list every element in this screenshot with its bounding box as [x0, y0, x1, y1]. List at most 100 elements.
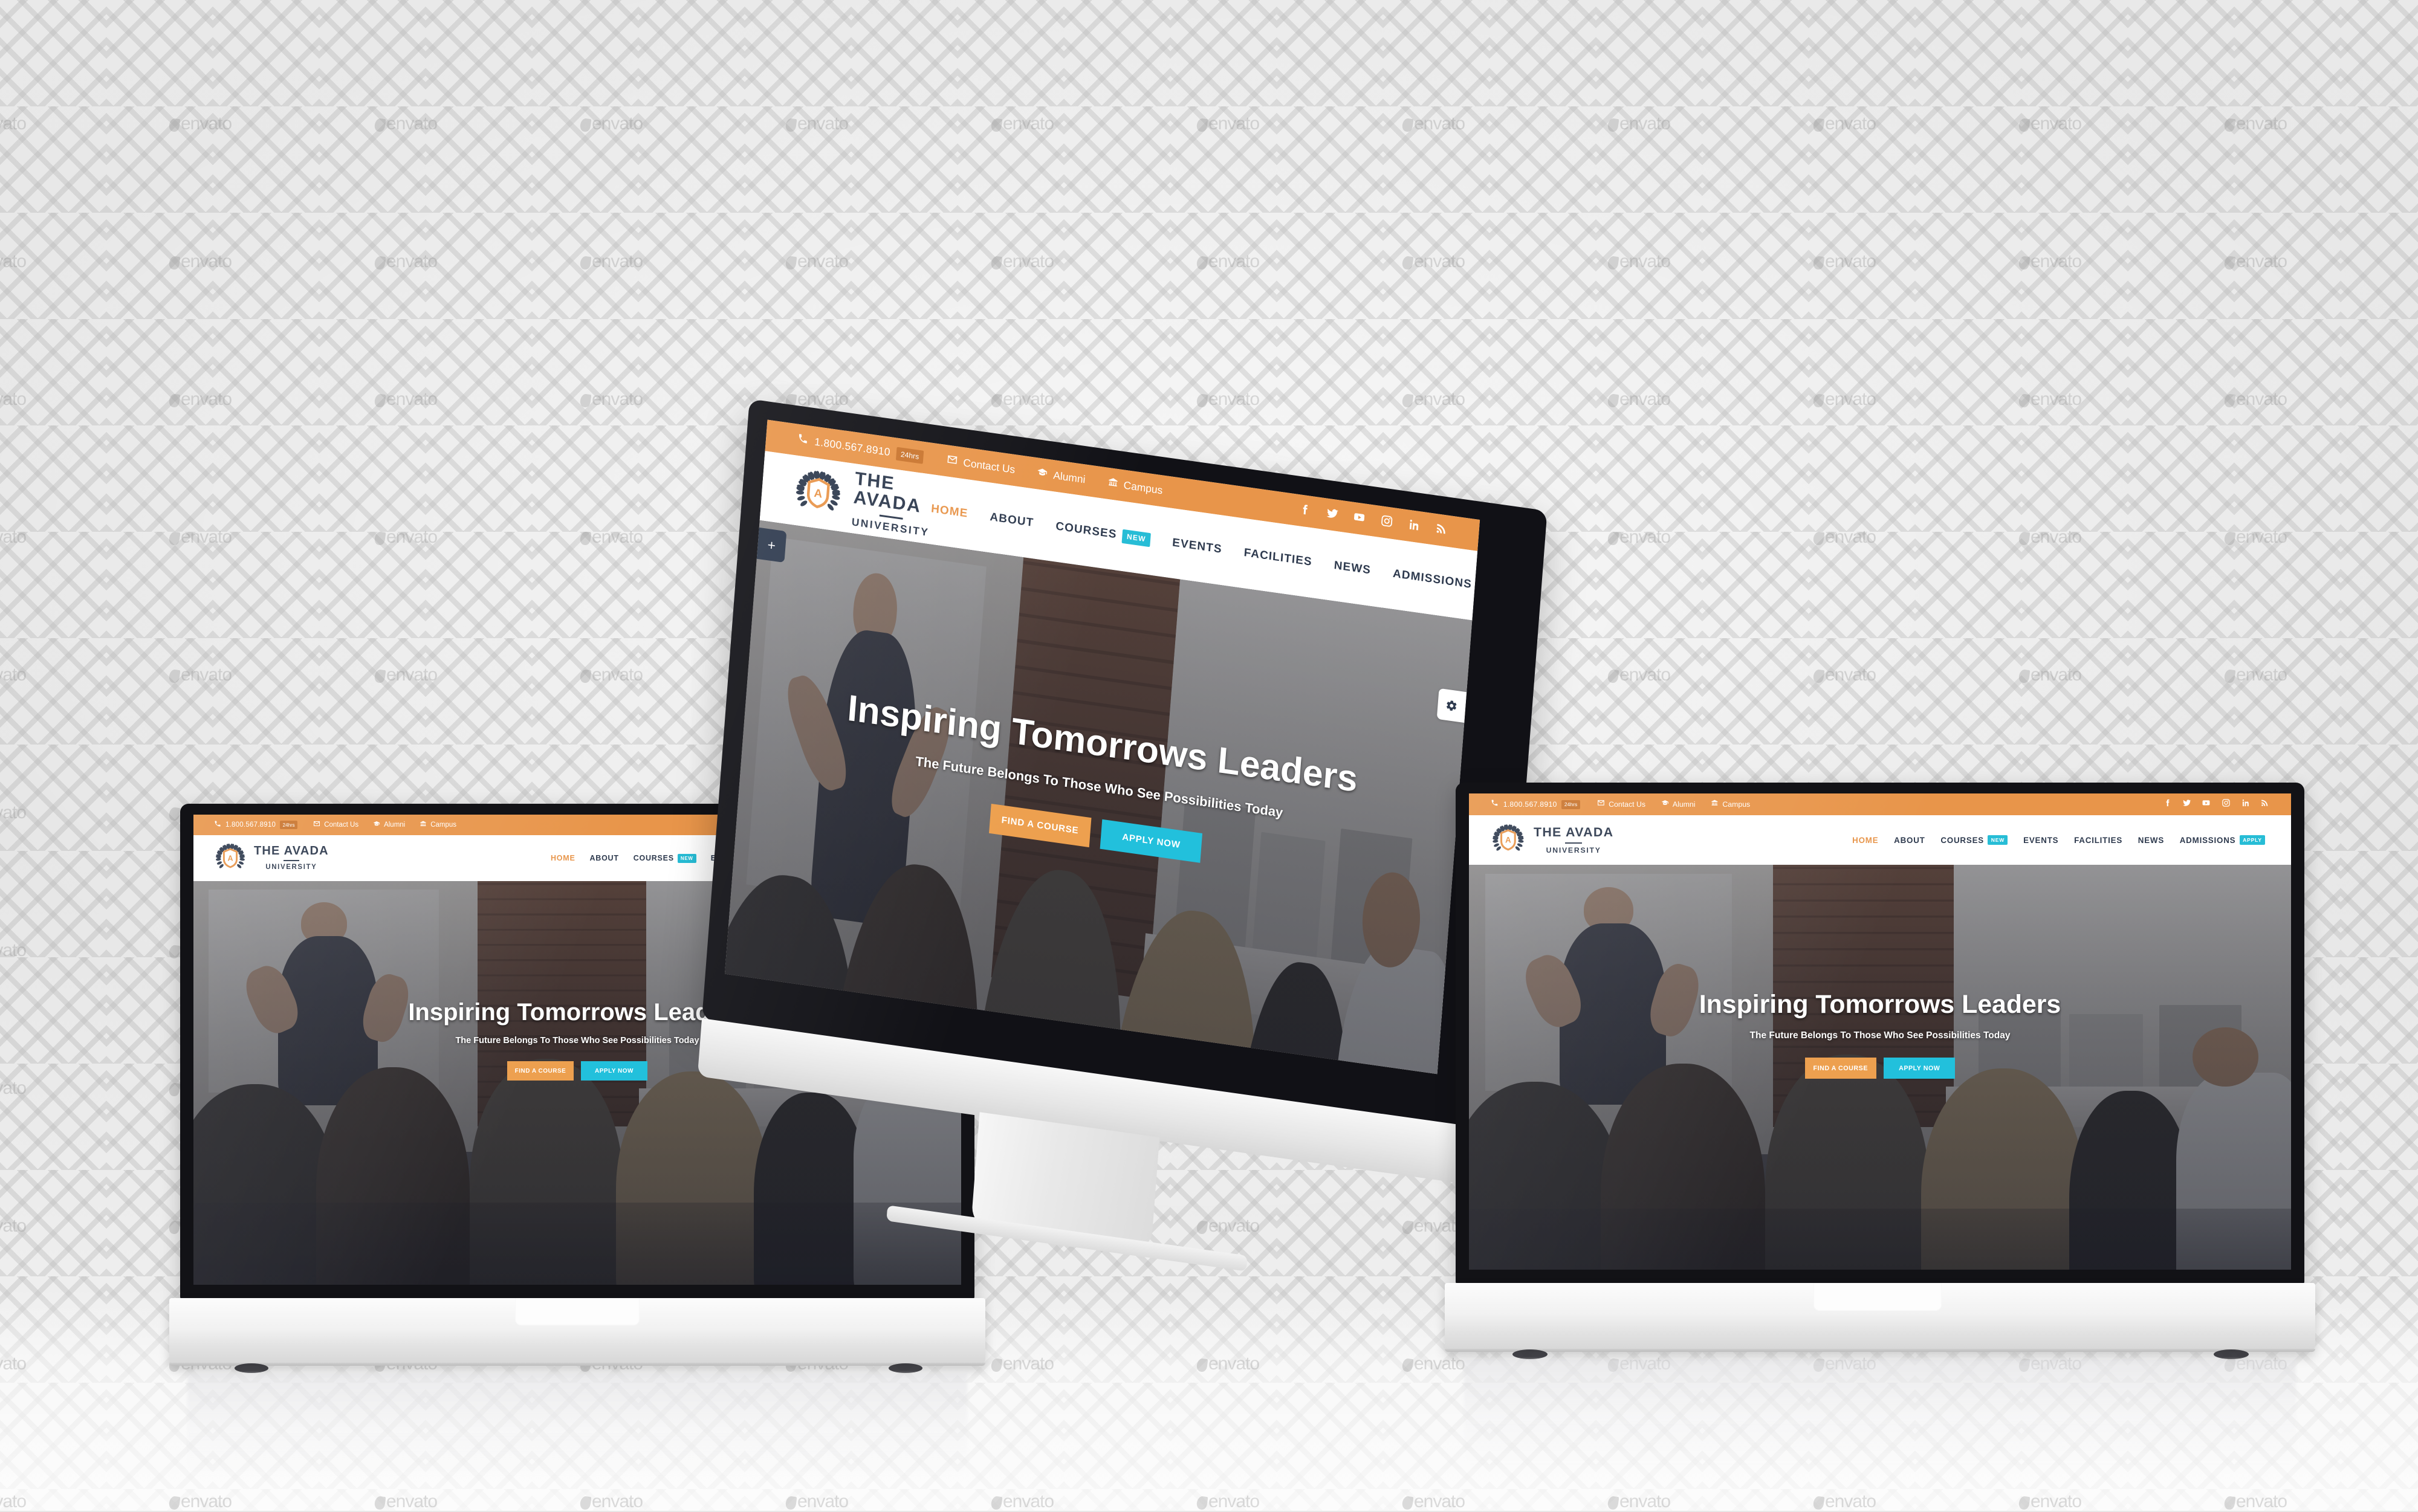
phone-icon — [214, 819, 221, 830]
menu-item-events[interactable]: EVENTS — [2023, 836, 2058, 845]
topbar-link-label: Campus — [430, 821, 457, 829]
macbook-left-lip — [169, 1363, 985, 1366]
menu-item-home[interactable]: HOME — [551, 854, 575, 862]
bank-icon — [1107, 476, 1119, 492]
menu-badge-apply: APPLY — [2239, 835, 2266, 845]
topbar-link-campus[interactable]: Campus — [420, 819, 456, 830]
brand-line-2: UNIVERSITY — [265, 864, 317, 871]
site-page-right: 1.800.567.8910 24hrs Contact Us Alumni Campu… — [1469, 793, 2291, 1270]
topbar-link-alumni[interactable]: Alumni — [373, 819, 405, 830]
rss-icon[interactable] — [2260, 798, 2269, 810]
find-a-course-button[interactable]: FIND A COURSE — [1804, 1058, 1876, 1079]
topbar-link-alumni[interactable]: Alumni — [1661, 799, 1696, 810]
menu-item-label: ABOUT — [1894, 835, 1925, 845]
rss-icon[interactable] — [1434, 522, 1448, 539]
menu-item-facilities[interactable]: FACILITIES — [1243, 546, 1313, 569]
menu-item-admissions[interactable]: ADMISSIONSAPPLY — [2180, 835, 2266, 845]
laurel-wreath-shield-icon: A — [214, 842, 247, 874]
twitter-icon[interactable] — [1325, 506, 1339, 523]
menu-item-courses[interactable]: COURSES NEW — [1055, 520, 1151, 548]
button-label: FIND A COURSE — [1001, 815, 1079, 836]
menu-item-home[interactable]: HOME — [1852, 836, 1878, 845]
topbar-link-label: Contact Us — [1609, 800, 1645, 809]
brand-text: THE AVADA UNIVERSITY — [1533, 824, 1614, 854]
envelope-icon — [1597, 799, 1605, 810]
menu-item-label: NEWS — [2138, 835, 2165, 845]
youtube-icon[interactable] — [2202, 798, 2211, 810]
gear-icon — [1445, 699, 1458, 712]
menu-item-label: HOME — [551, 854, 575, 862]
facebook-icon[interactable] — [1298, 502, 1312, 520]
macbook-left-foot — [889, 1363, 922, 1373]
add-tab[interactable]: + — [756, 528, 786, 563]
button-label: APPLY NOW — [1121, 832, 1181, 851]
menu-item-news[interactable]: NEWS — [1334, 559, 1372, 578]
brand-logo[interactable]: A THE AVADA UNIVERSITY — [214, 842, 329, 874]
menu-item-home[interactable]: HOME — [930, 503, 968, 522]
envelope-icon — [946, 454, 958, 470]
brand-logo[interactable]: A THE AVADA UNIVERSITY — [1491, 822, 1613, 858]
hero-title: Inspiring Tomorrows Leaders — [1699, 990, 2061, 1019]
topbar-link-label: Contact Us — [962, 456, 1016, 476]
topbar-link-label: Alumni — [1672, 800, 1696, 809]
phone-number[interactable]: 1.800.567.8910 24hrs — [1491, 799, 1581, 810]
brand-line-1: THE AVADA — [852, 468, 922, 517]
topbar-link-contact-us[interactable]: Contact Us — [313, 819, 358, 830]
menu-item-about[interactable]: ABOUT — [1894, 836, 1925, 845]
brand-divider — [1565, 842, 1583, 844]
graduation-cap-icon — [1036, 466, 1048, 482]
social-links — [2153, 798, 2269, 810]
menu-item-admissions[interactable]: ADMISSIONSAPPLY — [1392, 567, 1480, 598]
menu-item-about[interactable]: ABOUT — [590, 854, 619, 862]
menu-item-events[interactable]: EVENTS — [1172, 537, 1223, 557]
instagram-icon[interactable] — [1379, 514, 1393, 531]
brand-line-1: THE AVADA — [1533, 824, 1614, 839]
brand-logo[interactable]: A THE AVADA UNIVERSITY — [791, 461, 933, 538]
phone-number[interactable]: 1.800.567.8910 24hrs — [214, 819, 298, 830]
macbook-right-foot — [1512, 1349, 1548, 1359]
apply-now-button[interactable]: APPLY NOW — [581, 1061, 647, 1081]
topbar: 1.800.567.8910 24hrs Contact Us Alumni Campu… — [1469, 793, 2291, 816]
button-label: APPLY NOW — [595, 1067, 634, 1074]
menu-item-label: HOME — [930, 502, 969, 521]
topbar-links: 1.800.567.8910 24hrs Contact Us Alumni Campu… — [1491, 799, 1766, 810]
menu-item-news[interactable]: NEWS — [2138, 836, 2164, 845]
topbar-link-label: Campus — [1722, 800, 1751, 809]
menu-item-about[interactable]: ABOUT — [990, 511, 1034, 530]
site-page-center: 1.800.567.8910 24hrs Contact Us Alumni Campu… — [724, 419, 1480, 1074]
topbar-link-label: Alumni — [1052, 469, 1086, 486]
facebook-icon[interactable] — [2163, 798, 2172, 810]
find-a-course-button[interactable]: FIND A COURSE — [507, 1061, 574, 1081]
menu-item-label: NEWS — [1334, 559, 1372, 577]
menu-item-label: FACILITIES — [2074, 835, 2123, 845]
menu-item-courses[interactable]: COURSES NEW — [634, 853, 696, 863]
topbar-link-contact-us[interactable]: Contact Us — [1597, 799, 1645, 810]
menu-badge-new: NEW — [1121, 529, 1151, 548]
instagram-icon[interactable] — [2222, 798, 2231, 810]
youtube-icon[interactable] — [1352, 509, 1366, 527]
phone-label: 1.800.567.8910 — [1503, 800, 1557, 809]
topbar-link-contact-us[interactable]: Contact Us — [946, 454, 1016, 477]
topbar-link-campus[interactable]: Campus — [1711, 799, 1750, 810]
menu-item-facilities[interactable]: FACILITIES — [2074, 836, 2122, 845]
menu-item-courses[interactable]: COURSES NEW — [1940, 835, 2008, 845]
menu-badge-new: NEW — [1988, 835, 2008, 845]
linkedin-icon[interactable] — [1407, 517, 1421, 535]
menu-item-label: ADMISSIONS — [1392, 567, 1473, 592]
phone-icon — [797, 433, 809, 448]
macbook-right: 1.800.567.8910 24hrs Contact Us Alumni Campu… — [1445, 783, 2315, 1465]
svg-text:A: A — [227, 854, 233, 862]
twitter-icon[interactable] — [2182, 798, 2191, 810]
settings-tab[interactable] — [1437, 688, 1467, 723]
svg-text:A: A — [813, 487, 822, 501]
apply-now-button[interactable]: APPLY NOW — [1884, 1058, 1956, 1079]
hero-buttons: FIND A COURSE APPLY NOW — [1469, 1058, 2291, 1079]
menu-item-label: COURSES — [1055, 520, 1118, 541]
topbar-link-label: Campus — [1123, 479, 1164, 497]
envelope-icon — [313, 819, 320, 830]
linkedin-icon[interactable] — [2241, 798, 2250, 810]
menu-item-label: ABOUT — [989, 511, 1034, 530]
brand-divider — [283, 860, 299, 862]
topbar-link-alumni[interactable]: Alumni — [1036, 466, 1086, 486]
topbar-link-campus[interactable]: Campus — [1107, 476, 1163, 498]
